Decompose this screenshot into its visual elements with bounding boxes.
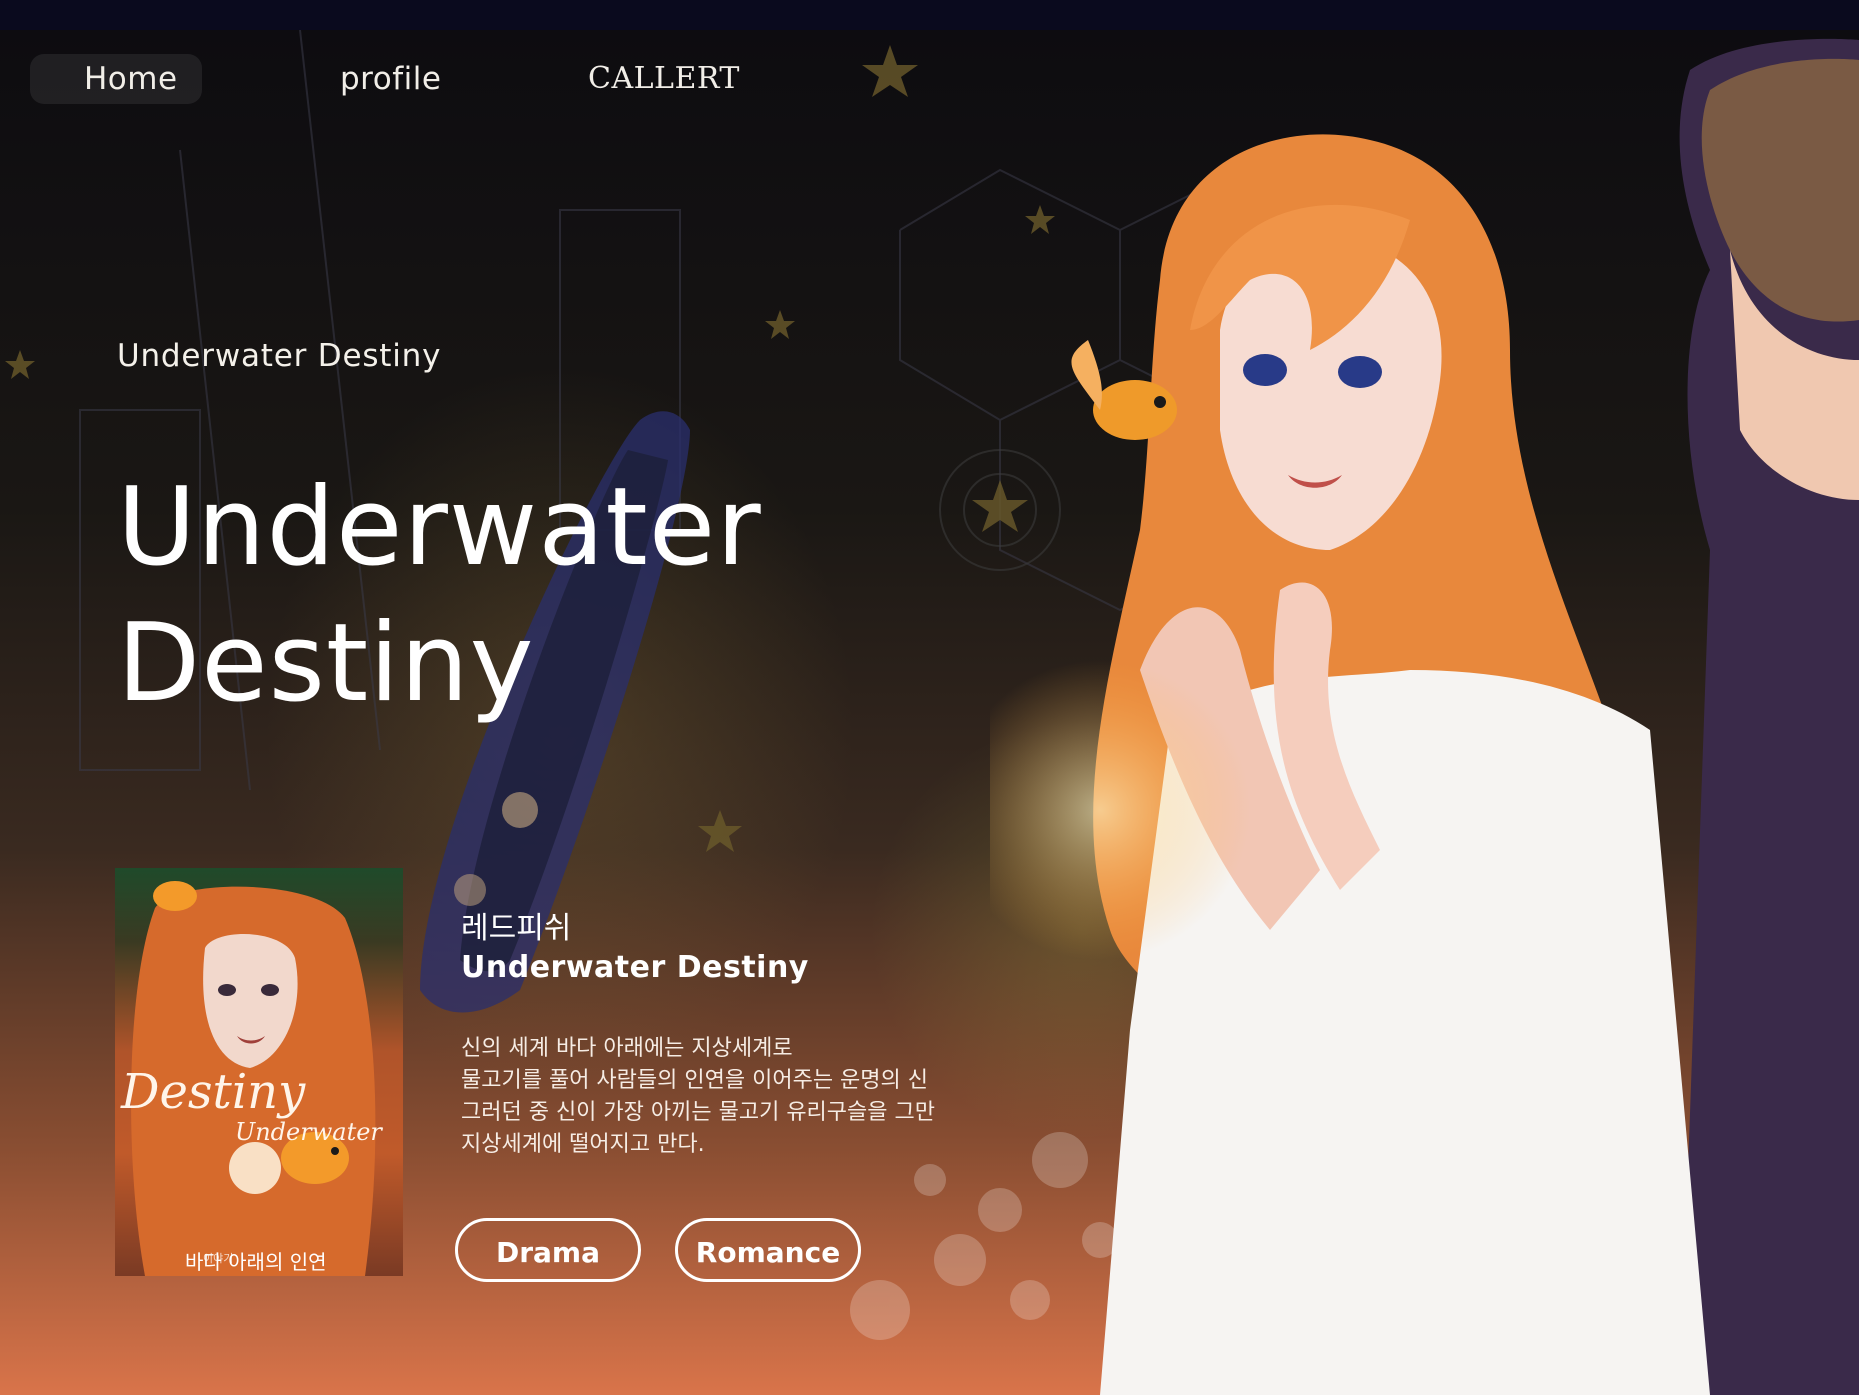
hero-section: Home profile CALLERT Underwater Destiny … [0, 30, 1859, 1395]
description-line: 지상세계에 떨어지고 만다. [461, 1132, 705, 1157]
character-illustration [990, 38, 1859, 1395]
nav-callert[interactable]: CALLERT [588, 54, 740, 104]
book-title: Underwater Destiny [461, 950, 809, 985]
top-bar [0, 0, 1859, 30]
cover-title-main: Destiny [121, 1064, 306, 1120]
book-cover[interactable]: Destiny Underwater 이야기 바다 아래의 인연 [115, 868, 403, 1276]
hero-kicker: Underwater Destiny [117, 338, 442, 374]
cover-title-sub: Underwater [235, 1118, 382, 1146]
hero-title-line2: Destiny [117, 601, 535, 726]
nav-home[interactable]: Home [30, 54, 202, 104]
book-author: 레드피쉬 [461, 911, 572, 946]
nav-profile[interactable]: profile [340, 54, 441, 104]
book-description: 신의 세계 바다 아래에는 지상세계로 물고기를 풀어 사람들의 인연을 이어주… [461, 1033, 1021, 1161]
tag-romance-button[interactable]: Romance [675, 1218, 861, 1282]
description-line: 신의 세계 바다 아래에는 지상세계로 [461, 1036, 793, 1061]
description-line: 물고기를 풀어 사람들의 인연을 이어주는 운명의 신 [461, 1068, 929, 1093]
cover-korean-title: 바다 아래의 인연 [185, 1250, 327, 1274]
description-line: 그러던 중 신이 가장 아끼는 물고기 유리구슬을 그만 [461, 1100, 935, 1125]
hero-title: Underwater Destiny [117, 460, 937, 732]
tag-drama-button[interactable]: Drama [455, 1218, 641, 1282]
hero-title-line1: Underwater [117, 465, 762, 590]
